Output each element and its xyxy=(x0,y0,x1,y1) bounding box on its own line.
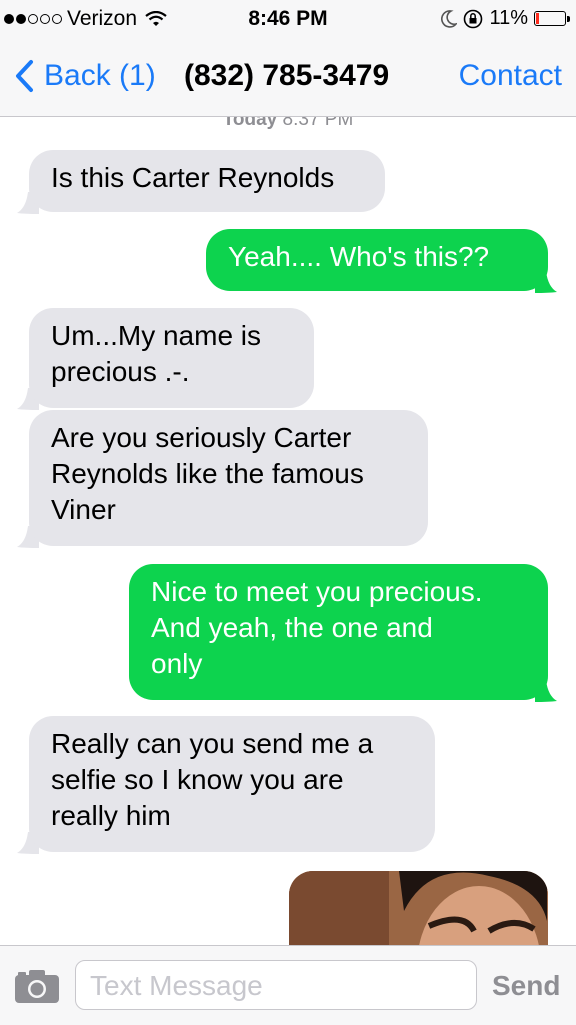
photo-message[interactable] xyxy=(289,871,548,945)
message-line: Viner xyxy=(51,494,116,525)
chevron-left-icon xyxy=(16,60,33,92)
contact-button[interactable]: Contact xyxy=(459,59,562,93)
message-line: really him xyxy=(51,800,171,831)
message-bubble-outgoing[interactable]: Yeah.... Who's this?? xyxy=(206,229,548,291)
message-line: Yeah.... Who's this?? xyxy=(228,241,490,272)
message-line: And yeah, the one and xyxy=(151,612,433,643)
message-line: Um...My name is xyxy=(51,320,262,351)
moon-icon xyxy=(441,9,458,28)
message-line: only xyxy=(151,648,203,679)
input-placeholder: Text Message xyxy=(90,970,263,1001)
timestamp-time: 8:37 PM xyxy=(282,117,354,130)
back-label: Back (1) xyxy=(44,59,156,92)
message-bubble-incoming[interactable]: Really can you send me a selfie so I kno… xyxy=(29,716,435,852)
message-line: Reynolds like the famous xyxy=(51,458,364,489)
camera-icon[interactable] xyxy=(14,968,60,1004)
battery-percent: 11% xyxy=(489,7,528,29)
message-bubble-incoming[interactable]: Are you seriously Carter Reynolds like t… xyxy=(29,410,428,546)
message-line: precious .-. xyxy=(51,356,190,387)
message-bubble-outgoing[interactable]: Nice to meet you precious. And yeah, the… xyxy=(129,564,548,700)
timestamp-day: Today xyxy=(222,117,278,130)
send-button[interactable]: Send xyxy=(492,970,560,1002)
message-line: selfie so I know you are xyxy=(51,764,344,795)
status-right-group: 11% xyxy=(441,7,570,30)
message-input-bar: Text Message Send xyxy=(0,945,576,1025)
back-button[interactable]: Back (1) xyxy=(14,59,156,93)
message-line: Is this Carter Reynolds xyxy=(51,162,335,193)
battery-icon xyxy=(534,11,570,26)
message-bubble-incoming[interactable]: Is this Carter Reynolds xyxy=(29,150,385,212)
message-line: Are you seriously Carter xyxy=(51,422,352,453)
message-line: Nice to meet you precious. xyxy=(151,576,483,607)
text-message-input[interactable]: Text Message xyxy=(75,960,477,1010)
navigation-bar: Back (1) (832) 785-3479 Contact xyxy=(0,38,576,117)
message-bubble-incoming[interactable]: Um...My name is precious .-. xyxy=(29,308,314,408)
rotation-lock-icon xyxy=(464,9,483,28)
selfie-photo xyxy=(289,871,548,945)
conversation-title: (832) 785-3479 xyxy=(184,59,390,92)
status-bar: Verizon 8:46 PM 11% xyxy=(0,0,576,38)
message-line: Really can you send me a xyxy=(51,728,374,759)
message-list[interactable]: Today 8:37 PM Is this Carter Reynolds Ye… xyxy=(0,117,576,945)
conversation-timestamp: Today 8:37 PM xyxy=(0,117,576,131)
